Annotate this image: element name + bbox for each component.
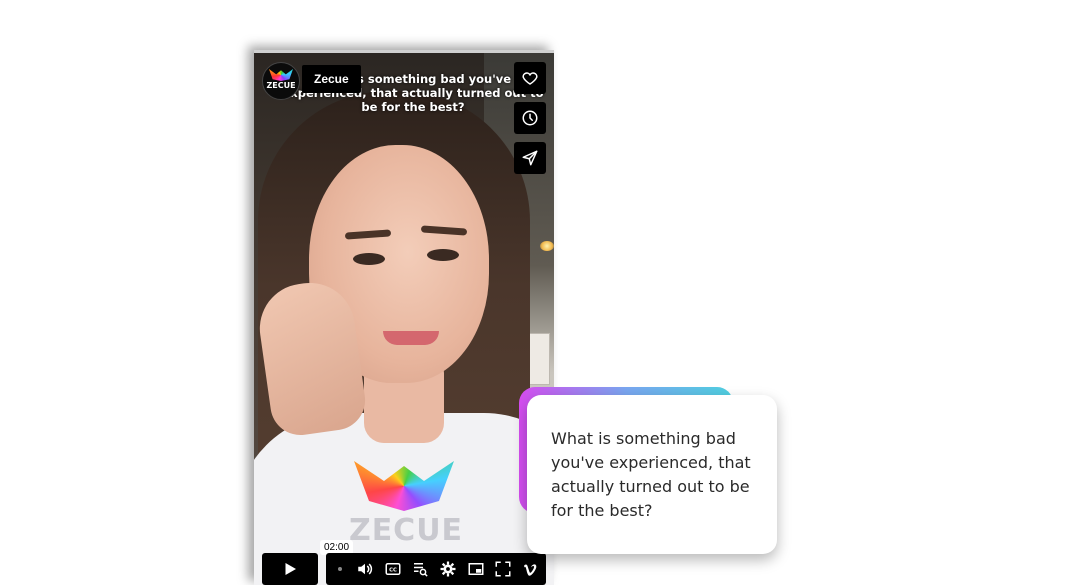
question-card: What is something bad you've experienced… xyxy=(519,387,777,557)
settings-button[interactable] xyxy=(435,553,461,585)
closed-captions-button[interactable]: CC xyxy=(380,553,406,585)
question-card-body: What is something bad you've experienced… xyxy=(527,395,777,554)
clock-icon xyxy=(522,110,538,126)
background-lamp xyxy=(540,241,554,251)
closed-captions-icon: CC xyxy=(385,563,401,575)
settings-icon xyxy=(440,561,456,577)
watch-later-button[interactable] xyxy=(514,102,546,134)
transcript-button[interactable] xyxy=(407,553,433,585)
person-brow xyxy=(420,225,468,236)
send-icon xyxy=(522,150,538,166)
progress-bar[interactable] xyxy=(338,567,342,571)
channel-logo-icon xyxy=(269,69,293,81)
transcript-icon xyxy=(414,563,428,577)
shirt-brand-text: ZECUE xyxy=(348,513,464,548)
picture-in-picture-icon xyxy=(468,563,484,575)
share-button[interactable] xyxy=(514,142,546,174)
heart-icon xyxy=(522,72,538,85)
vimeo-logo-button[interactable] xyxy=(518,553,544,585)
video-frame[interactable]: ZECUE xyxy=(254,53,554,585)
person-mouth xyxy=(383,331,439,345)
person-eye xyxy=(353,253,385,265)
svg-text:CC: CC xyxy=(389,568,397,574)
play-icon xyxy=(285,563,296,575)
player-controls: CC xyxy=(326,553,546,585)
video-player[interactable]: ZECUE What is something bad you've exper… xyxy=(254,50,554,585)
like-button[interactable] xyxy=(514,62,546,94)
play-button[interactable] xyxy=(262,553,318,585)
vimeo-logo-icon xyxy=(524,564,537,576)
person-eye xyxy=(427,249,459,261)
question-text: What is something bad you've experienced… xyxy=(551,429,751,520)
channel-avatar-text: ZECUE xyxy=(266,81,296,90)
fullscreen-icon xyxy=(495,561,511,577)
channel-avatar[interactable]: ZECUE xyxy=(262,62,300,100)
channel-name-link[interactable]: Zecue xyxy=(302,65,361,93)
picture-in-picture-button[interactable] xyxy=(463,553,489,585)
person-brow xyxy=(344,229,392,240)
volume-button[interactable] xyxy=(352,553,378,585)
volume-icon xyxy=(358,563,372,575)
fullscreen-button[interactable] xyxy=(491,553,517,585)
